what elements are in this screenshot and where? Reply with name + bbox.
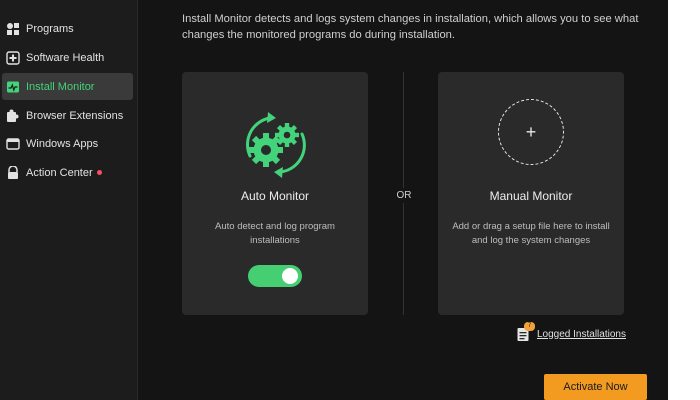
document-list-icon: 7 <box>517 322 535 342</box>
app-window: Programs Software Health Install Monitor <box>0 0 668 400</box>
auto-monitor-gears-icon <box>232 102 318 188</box>
browser-extensions-icon <box>6 109 20 123</box>
sidebar: Programs Software Health Install Monitor <box>0 0 138 400</box>
windows-apps-icon <box>6 137 20 151</box>
programs-icon <box>6 22 20 36</box>
logged-installations-link[interactable]: 7 Logged Installations <box>517 322 626 343</box>
auto-monitor-toggle[interactable] <box>248 265 302 287</box>
sidebar-item-programs[interactable]: Programs <box>2 15 133 42</box>
sidebar-item-label: Software Health <box>26 51 105 64</box>
sidebar-item-label: Windows Apps <box>26 137 99 150</box>
activate-now-button[interactable]: Activate Now <box>544 374 647 400</box>
plus-icon: + <box>525 122 537 142</box>
manual-monitor-subtitle: Add or drag a setup file here to install… <box>452 221 610 246</box>
sidebar-item-browser-extensions[interactable]: Browser Extensions <box>2 102 133 129</box>
add-setup-file-dropzone[interactable]: + <box>498 99 564 165</box>
notification-dot <box>96 170 102 175</box>
sidebar-item-install-monitor[interactable]: Install Monitor <box>2 73 133 100</box>
sidebar-item-label: Programs <box>26 22 74 35</box>
install-monitor-description: Install Monitor detects and logs system … <box>182 13 639 41</box>
manual-monitor-card[interactable]: + Manual Monitor Add or drag a setup fil… <box>438 72 624 315</box>
sidebar-item-label: Action Center <box>26 166 93 179</box>
sidebar-item-windows-apps[interactable]: Windows Apps <box>2 130 133 157</box>
logged-count-badge: 7 <box>524 322 535 331</box>
logged-installations-label: Logged Installations <box>537 328 626 340</box>
sidebar-item-label: Browser Extensions <box>26 109 124 122</box>
auto-monitor-subtitle: Auto detect and log program installation… <box>215 221 335 246</box>
sidebar-item-label: Install Monitor <box>26 80 95 93</box>
auto-monitor-title: Auto Monitor <box>240 189 310 203</box>
or-label: OR <box>393 188 415 203</box>
action-center-icon <box>6 165 20 180</box>
background-margin <box>668 0 700 400</box>
install-monitor-icon <box>6 80 20 94</box>
auto-monitor-card: Auto Monitor Auto detect and log program… <box>182 72 368 315</box>
sidebar-item-software-health[interactable]: Software Health <box>2 44 133 71</box>
manual-monitor-title: Manual Monitor <box>489 189 573 203</box>
toggle-knob <box>282 268 298 284</box>
sidebar-item-action-center[interactable]: Action Center <box>2 159 133 186</box>
software-health-icon <box>6 50 20 65</box>
